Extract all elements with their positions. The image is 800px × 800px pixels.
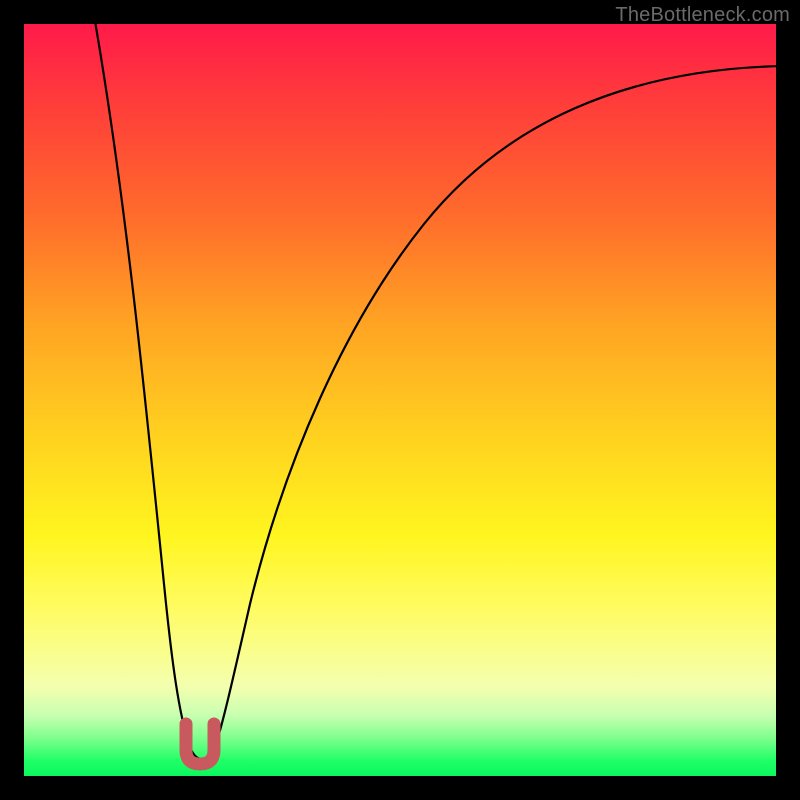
watermark-text: TheBottleneck.com [615,4,790,27]
curve-path [92,24,776,759]
bottleneck-curve [24,24,776,776]
chart-area [24,24,776,776]
minimum-marker [186,724,214,764]
